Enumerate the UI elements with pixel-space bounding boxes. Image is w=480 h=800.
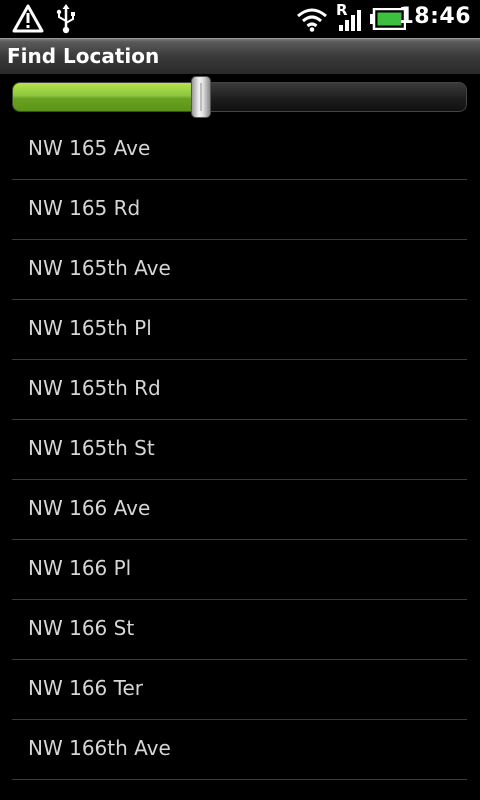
list-item[interactable]: NW 165th St (12, 420, 467, 480)
list-item[interactable]: NW 166th Ave (12, 720, 467, 780)
list-item-label: NW 165th St (28, 436, 155, 460)
list-item[interactable]: NW 165 Ave (12, 120, 467, 180)
list-item-label: NW 165th Ave (28, 256, 171, 280)
signal-icon (336, 8, 364, 36)
list-item[interactable]: NW 166 Pl (12, 540, 467, 600)
list-item[interactable]: NW 165th Pl (12, 300, 467, 360)
usb-icon (54, 3, 78, 39)
location-list: NW 165 Ave NW 165 Rd NW 165th Ave NW 165th … (0, 120, 480, 780)
progress-thumb[interactable] (191, 76, 211, 118)
list-item-label: NW 165th Rd (28, 376, 161, 400)
warning-icon (12, 4, 44, 38)
list-item-label: NW 166 Ter (28, 676, 143, 700)
list-item-label: NW 165 Rd (28, 196, 141, 220)
list-item-label: NW 166 Pl (28, 556, 132, 580)
list-item[interactable]: NW 165 Rd (12, 180, 467, 240)
list-item-label: NW 166 Ave (28, 496, 151, 520)
list-item-label: NW 166th Ave (28, 736, 171, 760)
title-bar: Find Location (0, 38, 480, 74)
screen: R 18:46 Find Location NW 165 Ave NW 165 … (0, 0, 480, 800)
list-item-label: NW 166 St (28, 616, 135, 640)
page-title: Find Location (7, 44, 160, 68)
list-item[interactable]: NW 166 Ter (12, 660, 467, 720)
list-item[interactable]: NW 166 Ave (12, 480, 467, 540)
list-item-label: NW 165 Ave (28, 136, 151, 160)
status-bar: R 18:46 (0, 0, 480, 38)
list-item[interactable]: NW 166 St (12, 600, 467, 660)
list-item[interactable]: NW 165th Rd (12, 360, 467, 420)
list-item-label: NW 165th Pl (28, 316, 152, 340)
wifi-icon (296, 6, 328, 36)
status-time: 18:46 (398, 4, 471, 29)
progress-fill (13, 83, 200, 111)
list-item[interactable]: NW 165th Ave (12, 240, 467, 300)
progress-bar[interactable] (12, 82, 467, 112)
